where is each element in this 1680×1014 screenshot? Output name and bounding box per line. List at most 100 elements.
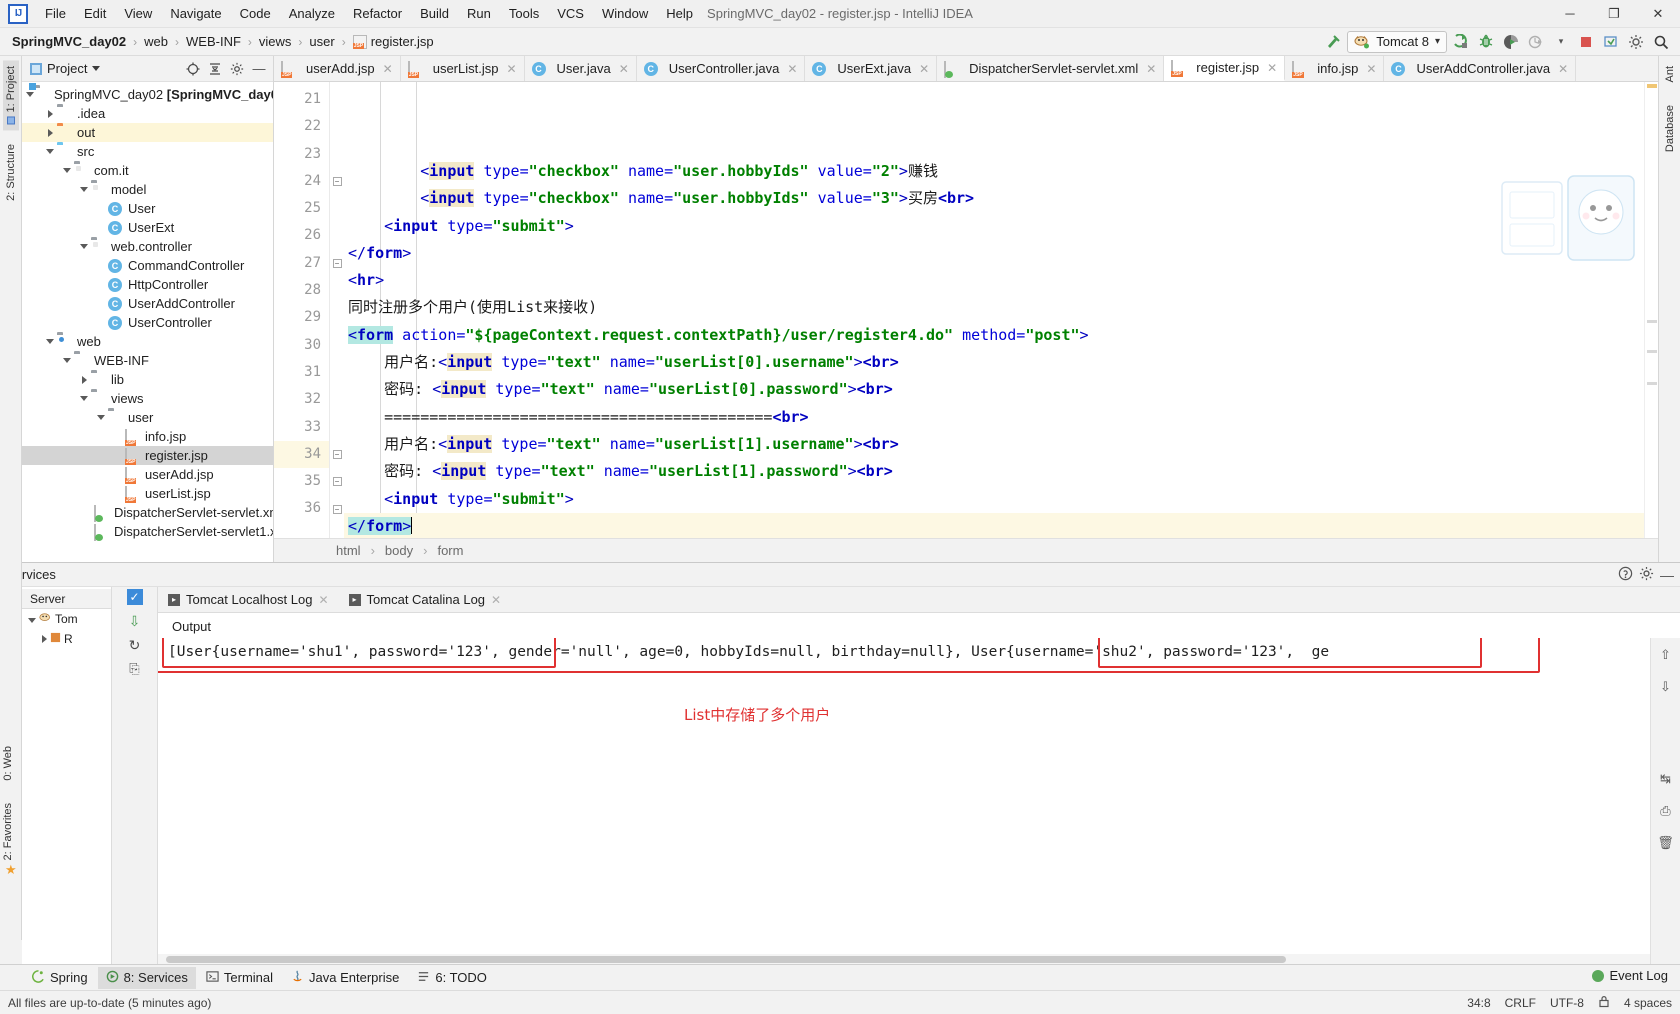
toolwindow-button-spring[interactable]: Spring — [24, 967, 96, 989]
gear-icon[interactable] — [227, 59, 247, 79]
editor-tab-userext-java[interactable]: C UserExt.java ✕ — [805, 56, 938, 81]
settings-icon[interactable] — [1625, 31, 1647, 53]
editor-breadcrumb-html[interactable]: html — [330, 543, 367, 558]
menu-item-edit[interactable]: Edit — [75, 2, 115, 25]
hide-icon[interactable]: — — [1660, 567, 1674, 583]
close-icon[interactable]: ✕ — [318, 593, 328, 607]
tree-node[interactable]: model — [22, 180, 273, 199]
profile-icon[interactable] — [1525, 31, 1547, 53]
editor-breadcrumbs[interactable]: html › body › form — [274, 538, 1658, 562]
tree-node[interactable]: C CommandController — [22, 256, 273, 275]
code-line[interactable]: <input type="submit"> — [344, 486, 1644, 513]
trash-icon[interactable]: 🗑 — [1657, 834, 1675, 852]
menu-item-help[interactable]: Help — [657, 2, 702, 25]
fold-marker-icon[interactable]: − — [330, 168, 344, 195]
menu-item-window[interactable]: Window — [593, 2, 657, 25]
code-line[interactable]: <hr> — [344, 267, 1644, 294]
close-icon[interactable]: ✕ — [619, 62, 629, 76]
toolwindow-button-8-services[interactable]: 8: Services — [97, 966, 196, 989]
code-line[interactable]: <input type="checkbox" name="user.hobbyI… — [344, 158, 1644, 185]
services-tab-tomcat-localhost-log[interactable]: ▸ Tomcat Localhost Log ✕ — [158, 587, 339, 612]
close-button[interactable]: ✕ — [1636, 0, 1680, 28]
tree-node[interactable]: DispatcherServlet-servlet.xml — [22, 503, 273, 522]
menu-item-view[interactable]: View — [115, 2, 161, 25]
indent-setting[interactable]: 4 spaces — [1624, 996, 1672, 1010]
toolwindow-button-java-enterprise[interactable]: Java Enterprise — [283, 967, 407, 989]
code-line[interactable]: 同时注册多个用户(使用List来接收) — [344, 294, 1644, 321]
tree-toggle-icon[interactable] — [28, 612, 36, 626]
close-icon[interactable]: ✕ — [1267, 61, 1277, 75]
update-app-icon[interactable] — [1600, 31, 1622, 53]
close-icon[interactable]: ✕ — [506, 62, 516, 76]
print-icon[interactable]: ⎙ — [1657, 802, 1675, 820]
tree-node[interactable]: DispatcherServlet-servlet1.xml — [22, 522, 273, 541]
tree-toggle-icon[interactable] — [43, 128, 57, 137]
editor-tab-register-jsp[interactable]: register.jsp ✕ — [1164, 56, 1286, 81]
menu-item-vcs[interactable]: VCS — [548, 2, 593, 25]
fold-marker-icon[interactable]: − — [330, 250, 344, 277]
sidebar-item-ant[interactable]: Ant — [1662, 60, 1678, 89]
hide-icon[interactable]: — — [249, 59, 269, 79]
down-icon[interactable]: ⇩ — [1657, 678, 1675, 696]
editor-tab-useradd-jsp[interactable]: userAdd.jsp ✕ — [274, 56, 401, 81]
build-hammer-icon[interactable] — [1322, 31, 1344, 53]
project-tree[interactable]: SpringMVC_day02 [SpringMVC_day01] .idea ou… — [22, 82, 273, 562]
close-icon[interactable]: ✕ — [919, 62, 929, 76]
code-folding-column[interactable]: − − − − − — [330, 82, 344, 538]
maximize-button[interactable]: ❐ — [1592, 0, 1636, 28]
run-configuration-selector[interactable]: Tomcat 8 ▾ — [1347, 30, 1447, 53]
editor-tab-useraddcontroller-java[interactable]: C UserAddController.java ✕ — [1384, 56, 1577, 81]
editor-tab-userlist-jsp[interactable]: userList.jsp ✕ — [401, 56, 525, 81]
console-horizontal-scrollbar[interactable] — [158, 954, 1650, 964]
debug-icon[interactable] — [1475, 31, 1497, 53]
services-tree-item[interactable]: R — [22, 629, 111, 649]
menu-item-file[interactable]: File — [36, 2, 75, 25]
console-output-area[interactable]: [User{username='shu1', password='123', g… — [158, 638, 1680, 964]
close-icon[interactable]: ✕ — [491, 593, 501, 607]
editor-tab-dispatcherservlet-servlet-xml[interactable]: DispatcherServlet-servlet.xml ✕ — [937, 56, 1165, 81]
tree-node[interactable]: SpringMVC_day02 [SpringMVC_day01] — [22, 85, 273, 104]
tree-toggle-icon[interactable] — [26, 92, 34, 97]
help-icon[interactable] — [1618, 566, 1633, 584]
editor-breadcrumb-body[interactable]: body — [379, 543, 419, 558]
tree-node[interactable]: C HttpController — [22, 275, 273, 294]
error-stripe[interactable] — [1644, 82, 1658, 538]
checkbox-toggle[interactable]: ✓ — [126, 589, 143, 605]
menu-item-code[interactable]: Code — [231, 2, 280, 25]
collapse-all-icon[interactable] — [205, 59, 225, 79]
menu-item-navigate[interactable]: Navigate — [161, 2, 230, 25]
services-tab-tomcat-catalina-log[interactable]: ▸ Tomcat Catalina Log ✕ — [339, 587, 512, 612]
code-line[interactable]: <form action="${pageContext.request.cont… — [344, 322, 1644, 349]
tree-node[interactable]: user — [22, 408, 273, 427]
menu-item-refactor[interactable]: Refactor — [344, 2, 411, 25]
fold-marker-icon[interactable]: − — [330, 468, 344, 495]
tree-node[interactable]: C UserController — [22, 313, 273, 332]
breadcrumb-item-web[interactable]: web — [140, 32, 172, 51]
close-icon[interactable]: ✕ — [1558, 62, 1568, 76]
tree-toggle-icon[interactable] — [77, 396, 91, 401]
fold-marker-icon[interactable]: − — [330, 495, 344, 522]
breadcrumb-item-web-inf[interactable]: WEB-INF — [182, 32, 245, 51]
tree-toggle-icon[interactable] — [43, 339, 57, 344]
chevron-down-icon[interactable]: ▾ — [1435, 36, 1440, 47]
file-encoding[interactable]: UTF-8 — [1550, 996, 1584, 1010]
tree-toggle-icon[interactable] — [94, 415, 108, 420]
tree-node[interactable]: .idea — [22, 104, 273, 123]
wrap-icon[interactable]: ↹ — [1657, 770, 1675, 788]
services-tree[interactable]: Server Tom R — [22, 587, 112, 964]
code-line[interactable]: </form> — [344, 240, 1644, 267]
menu-item-run[interactable]: Run — [458, 2, 500, 25]
sidebar-item-favorites[interactable]: 2: Favorites — [0, 797, 16, 866]
menu-item-tools[interactable]: Tools — [500, 2, 548, 25]
toolwindow-button-terminal[interactable]: Terminal — [198, 967, 281, 989]
tree-node[interactable]: info.jsp — [22, 427, 273, 446]
tree-node[interactable]: views — [22, 389, 273, 408]
tree-node[interactable]: com.it — [22, 161, 273, 180]
sidebar-item-database[interactable]: Database — [1662, 99, 1678, 158]
editor-breadcrumb-form[interactable]: form — [431, 543, 469, 558]
run-icon[interactable] — [1450, 31, 1472, 53]
breadcrumb-item-register-jsp[interactable]: register.jsp — [349, 32, 438, 51]
breadcrumb-item-user[interactable]: user — [305, 32, 338, 51]
line-separator[interactable]: CRLF — [1505, 996, 1536, 1010]
breadcrumb-item-springmvc-day02[interactable]: SpringMVC_day02 — [8, 32, 130, 51]
